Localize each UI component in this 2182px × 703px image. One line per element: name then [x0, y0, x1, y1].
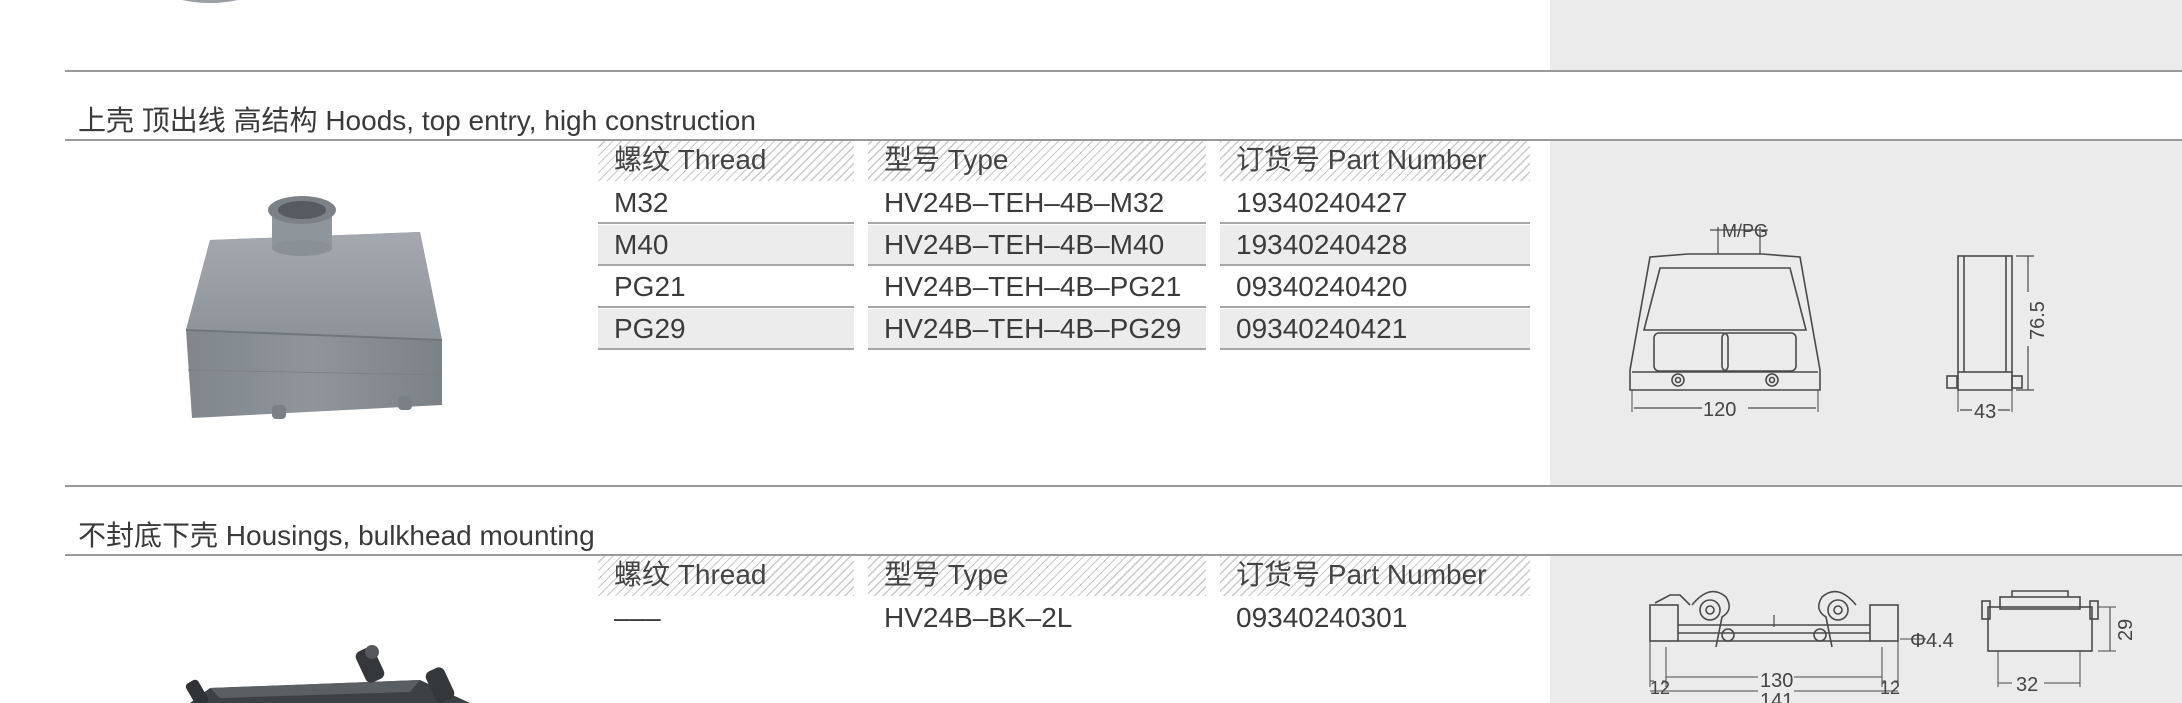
table-cell: 19340240427 — [1220, 183, 1530, 224]
table-cell: HV24B–TEH–4B–M40 — [868, 225, 1206, 266]
part-number-header: 订货号 Part Number — [1220, 141, 1530, 181]
hood-dimension-drawing: M/PG 120 43 76.5 — [1629, 221, 2049, 423]
previous-product-photo — [182, 0, 238, 3]
thread-header: 螺纹 Thread — [598, 141, 854, 181]
table-cell: 09340240421 — [1220, 309, 1530, 350]
type-header: 型号 Type — [868, 556, 1206, 596]
thread-header: 螺纹 Thread — [598, 556, 854, 596]
divider — [65, 70, 2182, 72]
section-title: 不封底下壳 Housings, bulkhead mounting — [78, 520, 595, 551]
table-cell: 09340240301 — [1236, 602, 1408, 633]
height-dimension-label: 76.5 — [2027, 301, 2049, 340]
inner-width-dimension-label: 130 — [1760, 670, 1793, 692]
table-cell: 19340240428 — [1220, 225, 1530, 266]
hood-photo — [185, 196, 443, 419]
table-cell: HV24B–BK–2L — [884, 602, 1073, 633]
width-dimension-label: 120 — [1703, 399, 1736, 421]
table-cell: ––– — [614, 602, 661, 633]
housing-photo — [185, 645, 470, 703]
table-cell: PG21 — [598, 267, 854, 308]
depth-dimension-label: 32 — [2016, 674, 2038, 696]
divider — [65, 485, 2182, 487]
table-cell: M40 — [598, 225, 854, 266]
table-cell: M32 — [598, 183, 854, 224]
housing-dimension-drawing: Φ4.4 12 130 141 12 32 29 — [1649, 590, 2137, 703]
type-header: 型号 Type — [868, 141, 1206, 181]
table-cell: HV24B–TEH–4B–M32 — [868, 183, 1206, 224]
section-title: 上壳 顶出线 高结构 Hoods, top entry, high constr… — [78, 105, 756, 136]
table-cell: HV24B–TEH–4B–PG29 — [868, 309, 1206, 350]
table-cell: PG29 — [598, 309, 854, 350]
right-margin-dimension-label: 12 — [1880, 678, 1900, 698]
thread-dimension-label: M/PG — [1722, 221, 1768, 241]
table-cell: 09340240420 — [1220, 267, 1530, 308]
drawing-panel-top — [1550, 0, 2182, 70]
height-dimension-label: 29 — [2115, 619, 2137, 641]
part-number-header: 订货号 Part Number — [1220, 556, 1530, 596]
left-margin-dimension-label: 12 — [1650, 678, 1670, 698]
hole-dimension-label: Φ4.4 — [1910, 630, 1954, 652]
outer-width-dimension-label: 141 — [1760, 690, 1793, 703]
table-cell: HV24B–TEH–4B–PG21 — [868, 267, 1206, 308]
depth-dimension-label: 43 — [1974, 401, 1996, 423]
